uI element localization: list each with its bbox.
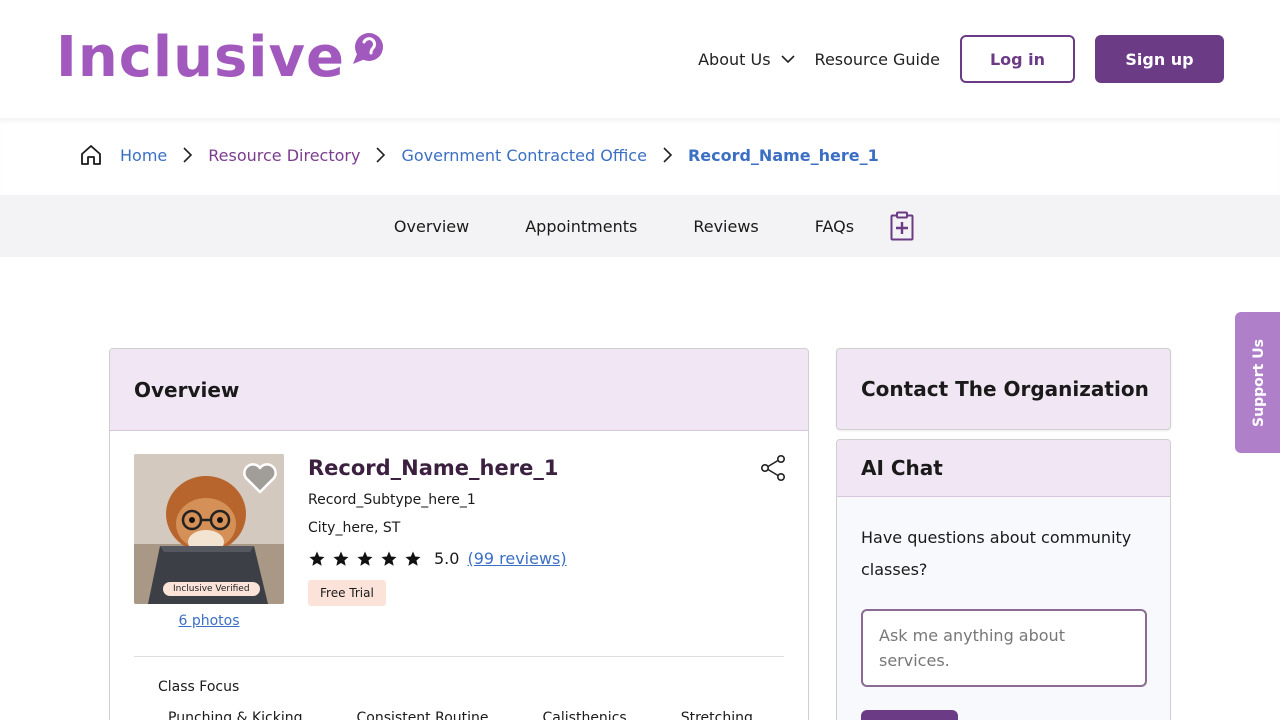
star-icon (405, 551, 421, 566)
site-header: Inclusive About Us Resource Guide Log in… (0, 0, 1280, 118)
section-tabs: Overview Appointments Reviews FAQs (0, 195, 1280, 257)
tab-appointments[interactable]: Appointments (525, 217, 637, 236)
logo-text: Inclusive (56, 25, 345, 90)
main-nav: About Us Resource Guide Log in Sign up (698, 35, 1224, 83)
tab-reviews[interactable]: Reviews (693, 217, 758, 236)
record-subtype: Record_Subtype_here_1 (308, 492, 476, 508)
chevron-down-icon (780, 54, 795, 63)
ai-chat-card: AI Chat Have questions about community c… (836, 439, 1171, 720)
photos-link[interactable]: 6 photos (134, 613, 284, 629)
ai-chat-input[interactable] (861, 609, 1147, 687)
clipboard-plus-icon[interactable] (890, 211, 914, 241)
share-icon[interactable] (760, 454, 786, 486)
ai-chat-title: AI Chat (861, 456, 943, 480)
logo[interactable]: Inclusive (56, 26, 385, 90)
record-name: Record_Name_here_1 (308, 456, 559, 480)
star-icon (309, 551, 325, 566)
breadcrumb-resource-directory[interactable]: Resource Directory (208, 146, 360, 165)
reviews-link[interactable]: (99 reviews) (467, 549, 566, 568)
support-us-tab[interactable]: Support Us (1235, 312, 1280, 453)
rating-row: 5.0 (99 reviews) (308, 549, 567, 568)
overview-card: Overview Inclusive Verified 6 photos Rec… (109, 348, 809, 720)
nav-resource-guide[interactable]: Resource Guide (815, 50, 940, 69)
home-icon[interactable] (80, 144, 102, 166)
ai-chat-send-button[interactable] (861, 710, 958, 720)
ai-chat-prompt: Have questions about community classes? (861, 528, 1132, 579)
breadcrumb-home[interactable]: Home (120, 146, 167, 165)
login-button[interactable]: Log in (960, 35, 1075, 83)
nav-about-us[interactable]: About Us (698, 49, 795, 69)
class-focus-list: Punching & Kicking Consistent Routine Ca… (168, 710, 807, 720)
chevron-right-icon (663, 147, 672, 163)
breadcrumb-government-office[interactable]: Government Contracted Office (401, 146, 646, 165)
star-icon (381, 551, 397, 566)
record-photo[interactable]: Inclusive Verified (134, 454, 284, 604)
record-location: City_here, ST (308, 520, 401, 536)
class-focus-item: Stretching (680, 710, 753, 720)
rating-value: 5.0 (434, 549, 460, 568)
ai-chat-header: AI Chat (837, 440, 1170, 497)
class-focus-item: Calisthenics (542, 710, 627, 720)
chat-bubble-icon (351, 32, 385, 70)
overview-card-header: Overview (110, 349, 808, 431)
support-us-label: Support Us (1251, 338, 1268, 427)
overview-divider (134, 656, 784, 657)
class-focus-label: Class Focus (158, 679, 240, 695)
tab-overview[interactable]: Overview (394, 217, 469, 236)
star-icon (357, 551, 373, 566)
breadcrumb-current[interactable]: Record_Name_here_1 (688, 146, 879, 165)
overview-title: Overview (134, 377, 240, 402)
signup-button[interactable]: Sign up (1095, 35, 1224, 83)
nav-about-label: About Us (698, 49, 771, 69)
free-trial-tag: Free Trial (308, 580, 386, 606)
contact-title: Contact The Organization (861, 377, 1149, 401)
star-rating (308, 550, 428, 568)
verified-badge: Inclusive Verified (163, 582, 260, 596)
contact-card[interactable]: Contact The Organization (836, 348, 1171, 430)
class-focus-item: Punching & Kicking (168, 710, 303, 720)
breadcrumb-bar: Home Resource Directory Government Contr… (0, 118, 1280, 195)
chevron-right-icon (183, 147, 193, 163)
heart-icon[interactable] (242, 462, 278, 498)
tab-faqs[interactable]: FAQs (815, 217, 854, 236)
breadcrumb: Home Resource Directory Government Contr… (80, 144, 879, 166)
chevron-right-icon (376, 147, 386, 163)
class-focus-item: Consistent Routine (356, 710, 489, 720)
star-icon (333, 551, 349, 566)
